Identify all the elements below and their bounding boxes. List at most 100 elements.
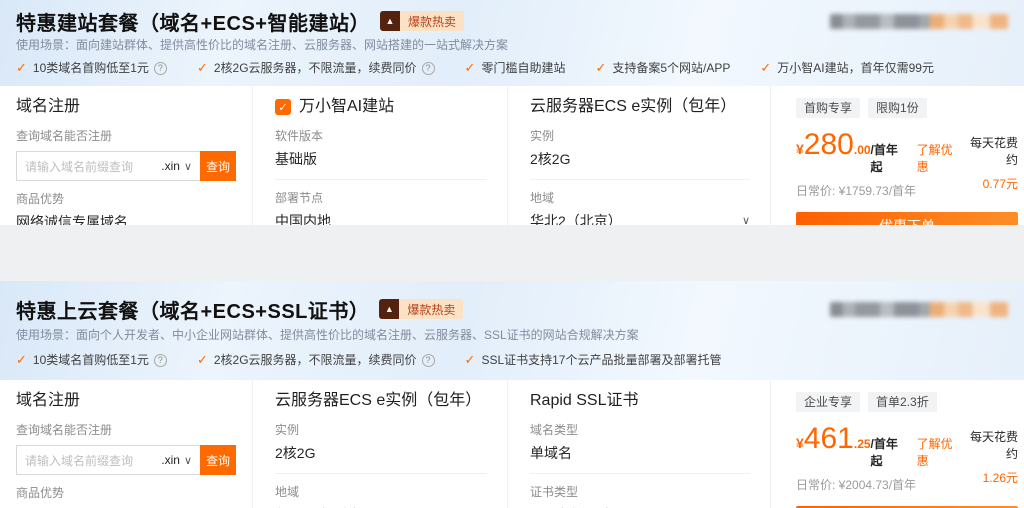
currency-symbol: ¥ [796,435,804,451]
check-icon: ✓ [197,352,208,368]
package1-header: 特惠建站套餐（域名+ECS+智能建站） ▲ 爆款热卖 使用场景：面向建站群体、提… [0,0,1024,86]
help-icon[interactable]: ? [422,354,435,367]
price-badge: 首单2.3折 [868,392,937,412]
feature-item: ✓ 10类域名首购低至1元 ? [16,352,167,368]
site-builder-column: ✓ 万小智AI建站 软件版本 基础版 部署节点 中国内地 [252,86,507,225]
tld-value: .xin [161,453,180,467]
feature-item: ✓ 2核2G云服务器，不限流量，续费同价 ? [197,352,435,368]
ecs-title: 云服务器ECS e实例（包年） [530,96,750,118]
advantage-value: 网络诚信专属域名 [16,214,232,225]
feature-list: ✓ 10类域名首购低至1元 ? ✓ 2核2G云服务器，不限流量，续费同价 ? ✓… [16,60,1008,76]
feature-text: 支持备案5个网站/APP [612,60,730,76]
per-day-cost: 每天花费约 0.77元 [961,130,1018,192]
ecs-title: 云服务器ECS e实例（包年） [275,390,487,412]
package1-body: 域名注册 查询域名能否注册 请输入域名前缀查询 .xin ∨ 查询 商品优势 网… [0,86,1024,225]
price-cents: .25 [854,437,871,451]
instance-value: 2核2G [530,151,750,167]
hot-sale-label: 爆款热卖 [399,299,463,319]
divider [530,473,750,474]
help-icon[interactable]: ? [154,62,167,75]
site-builder-label: 万小智AI建站 [299,96,394,118]
check-icon: ✓ [197,60,208,76]
feature-item: ✓ 万小智AI建站，首年仅需99元 [760,60,934,76]
input-placeholder: 请输入域名前缀查询 [25,158,161,175]
check-icon: ✓ [465,352,476,368]
per-day-label: 每天花费约 [961,428,1018,462]
discount-link[interactable]: 了解优惠 [917,435,961,469]
instance-label: 实例 [275,423,487,437]
currency-symbol: ¥ [796,141,804,157]
per-day-value: 0.77元 [961,175,1018,192]
redacted-account-info [830,14,1008,29]
advantage-label: 商品优势 [16,192,232,206]
price-badge: 企业专享 [796,392,860,412]
feature-text: 2核2G云服务器，不限流量，续费同价 [214,352,417,368]
order-button[interactable]: 优惠下单 [796,212,1018,225]
chevron-down-icon: ∨ [742,213,750,225]
tld-value: .xin [161,159,180,173]
price-cents: .00 [854,143,871,157]
price: ¥ 461 .25 /首年起 了解优惠 [796,424,961,469]
price-panel: 企业专享 首单2.3折 ¥ 461 .25 /首年起 了解优惠 日常价: ¥20… [770,380,1024,508]
feature-text: 万小智AI建站，首年仅需99元 [777,60,934,76]
feature-item: ✓ 2核2G云服务器，不限流量，续费同价 ? [197,60,435,76]
price-badges: 企业专享 首单2.3折 [796,392,1018,412]
node-value: 中国内地 [275,213,487,225]
package-card-site-building: 特惠建站套餐（域名+ECS+智能建站） ▲ 爆款热卖 使用场景：面向建站群体、提… [0,0,1024,225]
package-title: 特惠上云套餐（域名+ECS+SSL证书） [16,295,369,324]
tld-select[interactable]: .xin ∨ [161,159,192,173]
divider [275,179,487,180]
per-day-cost: 每天花费约 1.26元 [961,424,1018,486]
divider [530,179,750,180]
chevron-down-icon: ∨ [184,454,192,467]
price-badge: 限购1份 [868,98,927,118]
region-label: 地域 [530,191,750,205]
per-day-label: 每天花费约 [961,134,1018,168]
domain-title: 域名注册 [16,390,232,412]
tld-select[interactable]: .xin ∨ [161,453,192,467]
region-label: 地域 [275,485,487,499]
usage-scene: 使用场景：面向建站群体、提供高性价比的域名注册、云服务器、网站搭建的一站式解决方… [16,38,1008,52]
domain-type-value: 单域名 [530,445,750,461]
price-amount: 461 [804,424,854,454]
discount-link[interactable]: 了解优惠 [917,141,961,175]
ecs-column: 云服务器ECS e实例（包年） 实例 2核2G 地域 华北2（北京） ∨ [507,86,770,225]
feature-text: 10类域名首购低至1元 [33,352,149,368]
help-icon[interactable]: ? [422,62,435,75]
instance-value: 2核2G [275,445,487,461]
feature-item: ✓ 10类域名首购低至1元 ? [16,60,167,76]
help-icon[interactable]: ? [154,354,167,367]
domain-type-label: 域名类型 [530,423,750,437]
check-icon: ✓ [760,60,771,76]
hot-sale-label: 爆款热卖 [400,11,464,31]
feature-item: ✓ 支持备案5个网站/APP [595,60,730,76]
per-day-value: 1.26元 [961,469,1018,486]
feature-item: ✓ 零门槛自助建站 [465,60,566,76]
domain-query-label: 查询域名能否注册 [16,129,232,143]
price-term: /首年起 [871,435,907,469]
feature-text: 2核2G云服务器，不限流量，续费同价 [214,60,417,76]
input-placeholder: 请输入域名前缀查询 [25,452,161,469]
domain-search-button[interactable]: 查询 [200,445,236,475]
feature-text: 零门槛自助建站 [481,60,565,76]
domain-prefix-input[interactable]: 请输入域名前缀查询 .xin ∨ [16,151,200,181]
daily-price: 日常价: ¥1759.73/首年 [796,182,961,199]
domain-search-button[interactable]: 查询 [200,151,236,181]
redacted-account-info [830,302,1008,317]
domain-query-label: 查询域名能否注册 [16,423,232,437]
hot-sale-badge: ▲ 爆款热卖 [379,299,463,319]
domain-column: 域名注册 查询域名能否注册 请输入域名前缀查询 .xin ∨ 查询 商品优势 网… [0,380,252,508]
site-builder-checkbox[interactable]: ✓ [275,99,291,115]
domain-search: 请输入域名前缀查询 .xin ∨ 查询 [16,445,236,475]
feature-text: SSL证书支持17个云产品批量部署及部署托管 [481,352,721,368]
version-label: 软件版本 [275,129,487,143]
feature-list: ✓ 10类域名首购低至1元 ? ✓ 2核2G云服务器，不限流量，续费同价 ? ✓… [16,352,1008,368]
usage-scene: 使用场景：面向个人开发者、中小企业网站群体、提供高性价比的域名注册、云服务器、S… [16,328,1008,342]
domain-column: 域名注册 查询域名能否注册 请输入域名前缀查询 .xin ∨ 查询 商品优势 网… [0,86,252,225]
chevron-down-icon: ∨ [184,160,192,173]
region-select[interactable]: 华北2（北京） ∨ [530,213,750,225]
price-badge: 首购专享 [796,98,860,118]
domain-prefix-input[interactable]: 请输入域名前缀查询 .xin ∨ [16,445,200,475]
section-gap [0,225,1024,281]
daily-price: 日常价: ¥2004.73/首年 [796,476,961,493]
